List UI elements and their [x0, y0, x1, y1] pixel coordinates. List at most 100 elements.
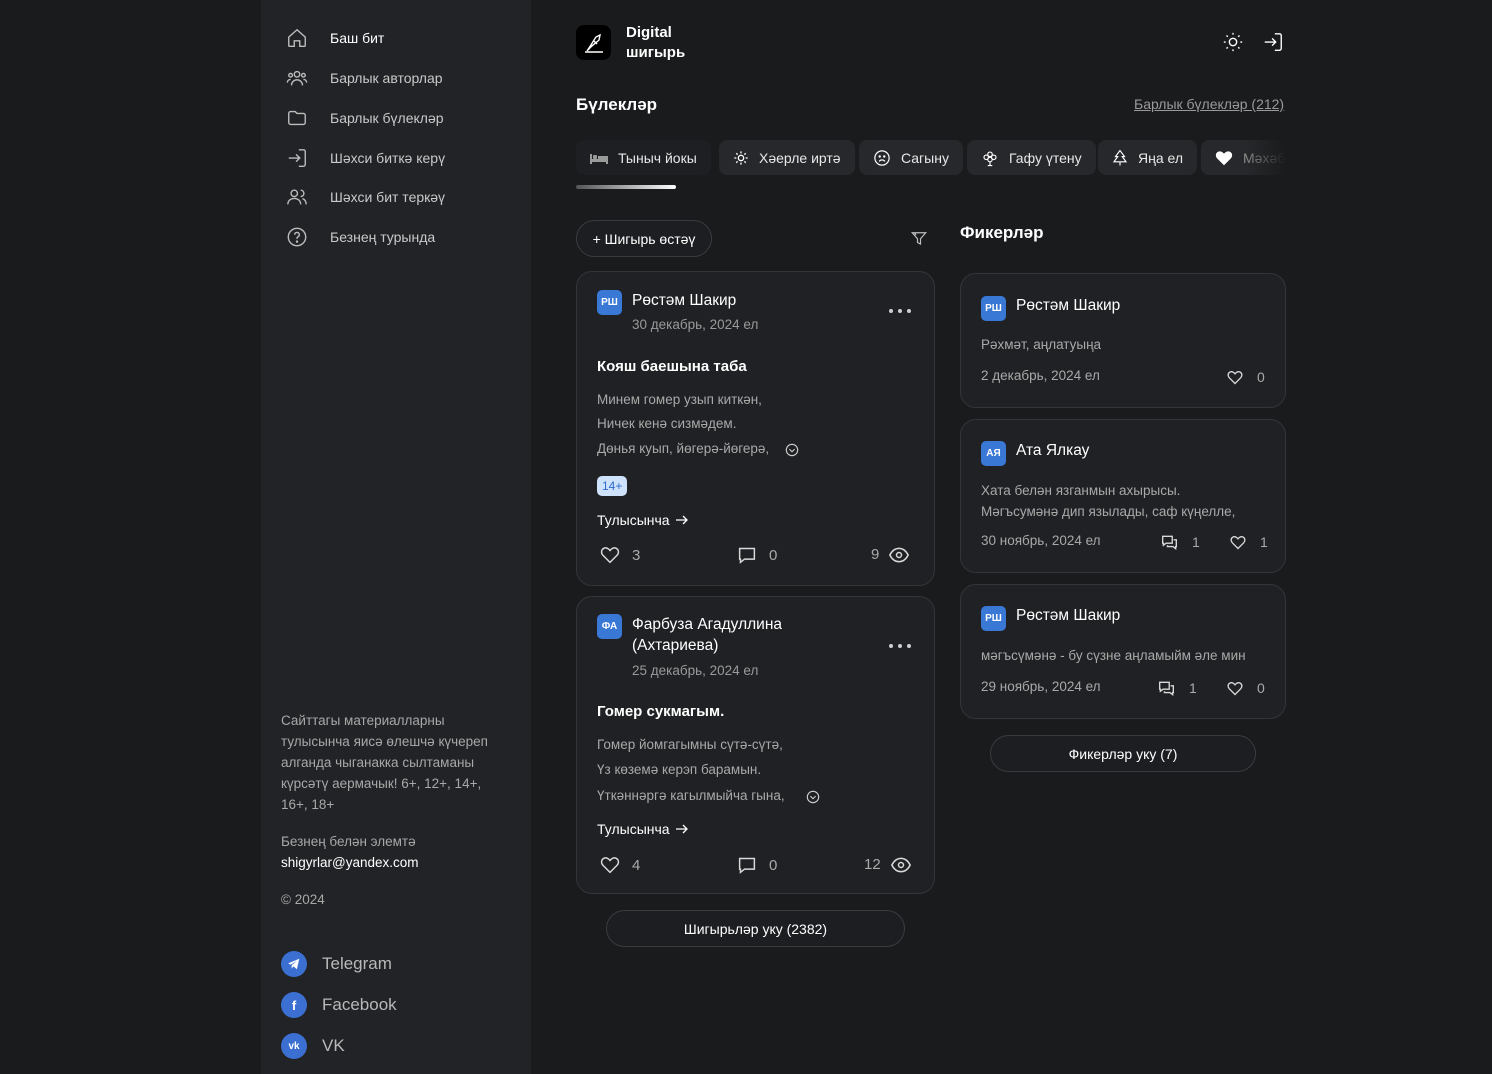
comment-author[interactable]: Рөстәм Шакир: [1016, 297, 1120, 315]
facebook-icon: f: [281, 992, 307, 1018]
sun-icon: [733, 150, 749, 166]
logo[interactable]: [576, 25, 611, 60]
comments-count: 0: [769, 856, 778, 874]
replies-stat[interactable]: 1: [1161, 534, 1200, 550]
avatar[interactable]: ФА: [597, 614, 622, 639]
filter-icon: [910, 232, 928, 245]
heart-icon: [1230, 535, 1246, 549]
comments-button[interactable]: 0: [737, 856, 777, 874]
poem-line: Дөнья куып, йөгерә-йөгерә,: [597, 441, 770, 456]
flower-icon: [981, 149, 999, 167]
age-badge: 14+: [597, 476, 628, 496]
chips-scroll-thumb[interactable]: [576, 185, 676, 189]
chip-good-morning[interactable]: Хәерле иртә: [719, 140, 855, 175]
author-name[interactable]: Фарбуза Агадуллина (Ахтариева): [632, 614, 782, 656]
heart-icon: [1215, 150, 1233, 166]
more-poems-button[interactable]: Шигырьләр уку (2382): [606, 910, 905, 947]
comment-icon: [738, 547, 756, 564]
like-button[interactable]: 4: [600, 856, 640, 874]
chip-apology[interactable]: Гафу үтену: [967, 140, 1096, 175]
sidebar-item-label: Шәхси биткә керү: [330, 150, 446, 166]
sidebar-item-register[interactable]: Шәхси бит теркәү: [285, 183, 445, 211]
read-more-link[interactable]: Тулысынча: [597, 821, 689, 837]
contact-label: Безнең белән элемтә: [281, 834, 416, 849]
comment-author[interactable]: Рөстәм Шакир: [1016, 607, 1120, 625]
like-button[interactable]: 3: [600, 546, 640, 564]
poem-title[interactable]: Кояш баешына таба: [597, 358, 747, 375]
like-button[interactable]: 0: [1227, 369, 1265, 385]
sidebar-item-authors[interactable]: Барлык авторлар: [285, 64, 443, 92]
poem-line: Гомер йомгагымны сүтә-сүтә,: [597, 737, 783, 752]
replies-count: 1: [1189, 680, 1197, 696]
expand-icon[interactable]: [785, 443, 799, 457]
users-icon: [285, 66, 309, 90]
read-more-link[interactable]: Тулысынча: [597, 512, 689, 528]
tree-icon: [1112, 149, 1128, 167]
sidebar-item-categories[interactable]: Барлык бүлекләр: [285, 104, 444, 132]
poem-card[interactable]: РШ Рөстәм Шакир 30 декабрь, 2024 ел Кояш…: [576, 271, 935, 586]
all-categories-link[interactable]: Барлык бүлекләр (212): [1134, 96, 1284, 112]
more-options-button[interactable]: [889, 641, 911, 651]
views-count: 9: [871, 546, 880, 563]
brand-line-2: шигырь: [626, 44, 686, 61]
avatar[interactable]: РШ: [597, 290, 622, 315]
read-more-label: Тулысынча: [597, 512, 670, 528]
chip-label: Яңа ел: [1138, 149, 1184, 166]
expand-icon[interactable]: [806, 790, 820, 804]
filter-button[interactable]: [907, 226, 931, 250]
help-icon: [285, 225, 309, 249]
comment-card[interactable]: АЯ Ата Ялкау Хата белән язганмын ахырысы…: [960, 419, 1286, 573]
vk-icon: vk: [281, 1033, 307, 1059]
chip-longing[interactable]: Сагыну: [859, 140, 963, 175]
chips-scrollbar[interactable]: [576, 185, 1286, 189]
like-button[interactable]: 0: [1227, 680, 1265, 696]
poem-line: Үз көземә керэп барамын.: [597, 762, 762, 777]
vk-link[interactable]: vk VK: [281, 1033, 345, 1059]
author-name-line: Фарбуза Агадуллина: [632, 616, 782, 633]
avatar[interactable]: РШ: [981, 296, 1006, 321]
comment-text: Рәхмәт, аңлатуыңа: [981, 337, 1102, 352]
brand-name: Digital шигырь: [626, 23, 685, 63]
poem-title[interactable]: Гомер сукмагым.: [597, 703, 724, 720]
chip-label: Тыныч йокы: [618, 149, 697, 166]
replies-icon: [1162, 535, 1177, 550]
sidebar-item-login[interactable]: Шәхси биткә керү: [285, 144, 445, 172]
facebook-link[interactable]: f Facebook: [281, 992, 397, 1018]
sad-face-icon: [873, 149, 891, 167]
comment-card[interactable]: РШ Рөстәм Шакир Рәхмәт, аңлатуыңа 2 дека…: [960, 273, 1286, 408]
poem-line: Үткәннәргә кагылмыйча гына,: [597, 788, 785, 803]
chip-sleep[interactable]: Тыныч йокы: [576, 140, 711, 175]
contact-email[interactable]: shigyrlar@yandex.com: [281, 852, 511, 873]
replies-stat[interactable]: 1: [1158, 680, 1197, 696]
poem-card[interactable]: ФА Фарбуза Агадуллина (Ахтариева) 25 дек…: [576, 596, 935, 894]
avatar[interactable]: РШ: [981, 606, 1006, 631]
post-date: 25 декабрь, 2024 ел: [632, 663, 759, 678]
telegram-icon: [281, 951, 307, 977]
likes-count: 1: [1260, 534, 1268, 550]
likes-count: 4: [632, 856, 641, 874]
comments-count: 0: [769, 546, 778, 564]
bed-icon: [590, 152, 608, 164]
sidebar-item-about[interactable]: Безнең турында: [285, 223, 435, 251]
social-label: VK: [322, 1036, 345, 1055]
telegram-link[interactable]: Telegram: [281, 951, 392, 977]
poem-line: Минем гомер узып киткән,: [597, 392, 762, 407]
chip-label: Мәхәббәт: [1243, 149, 1286, 166]
add-poem-button[interactable]: + Шигырь өстәү: [576, 220, 712, 257]
author-name[interactable]: Рөстәм Шакир: [632, 290, 736, 311]
more-comments-button[interactable]: Фикерләр уку (7): [990, 735, 1256, 772]
sidebar-item-home[interactable]: Баш бит: [285, 24, 384, 52]
avatar[interactable]: АЯ: [981, 441, 1006, 466]
comment-author[interactable]: Ата Ялкау: [1016, 442, 1089, 460]
more-options-button[interactable]: [889, 306, 911, 316]
sun-icon: [1223, 32, 1243, 52]
like-button[interactable]: 1: [1230, 534, 1268, 550]
comment-card[interactable]: РШ Рөстәм Шакир мәгъсүмәнә - бу сүзне аң…: [960, 584, 1286, 719]
folder-icon: [285, 106, 309, 130]
login-button[interactable]: [1261, 30, 1285, 54]
chip-new-year[interactable]: Яңа ел: [1098, 140, 1198, 175]
chip-label: Сагыну: [901, 149, 949, 166]
theme-toggle-button[interactable]: [1221, 30, 1245, 54]
chip-love[interactable]: Мәхәббәт: [1201, 140, 1286, 175]
comments-button[interactable]: 0: [737, 546, 777, 564]
